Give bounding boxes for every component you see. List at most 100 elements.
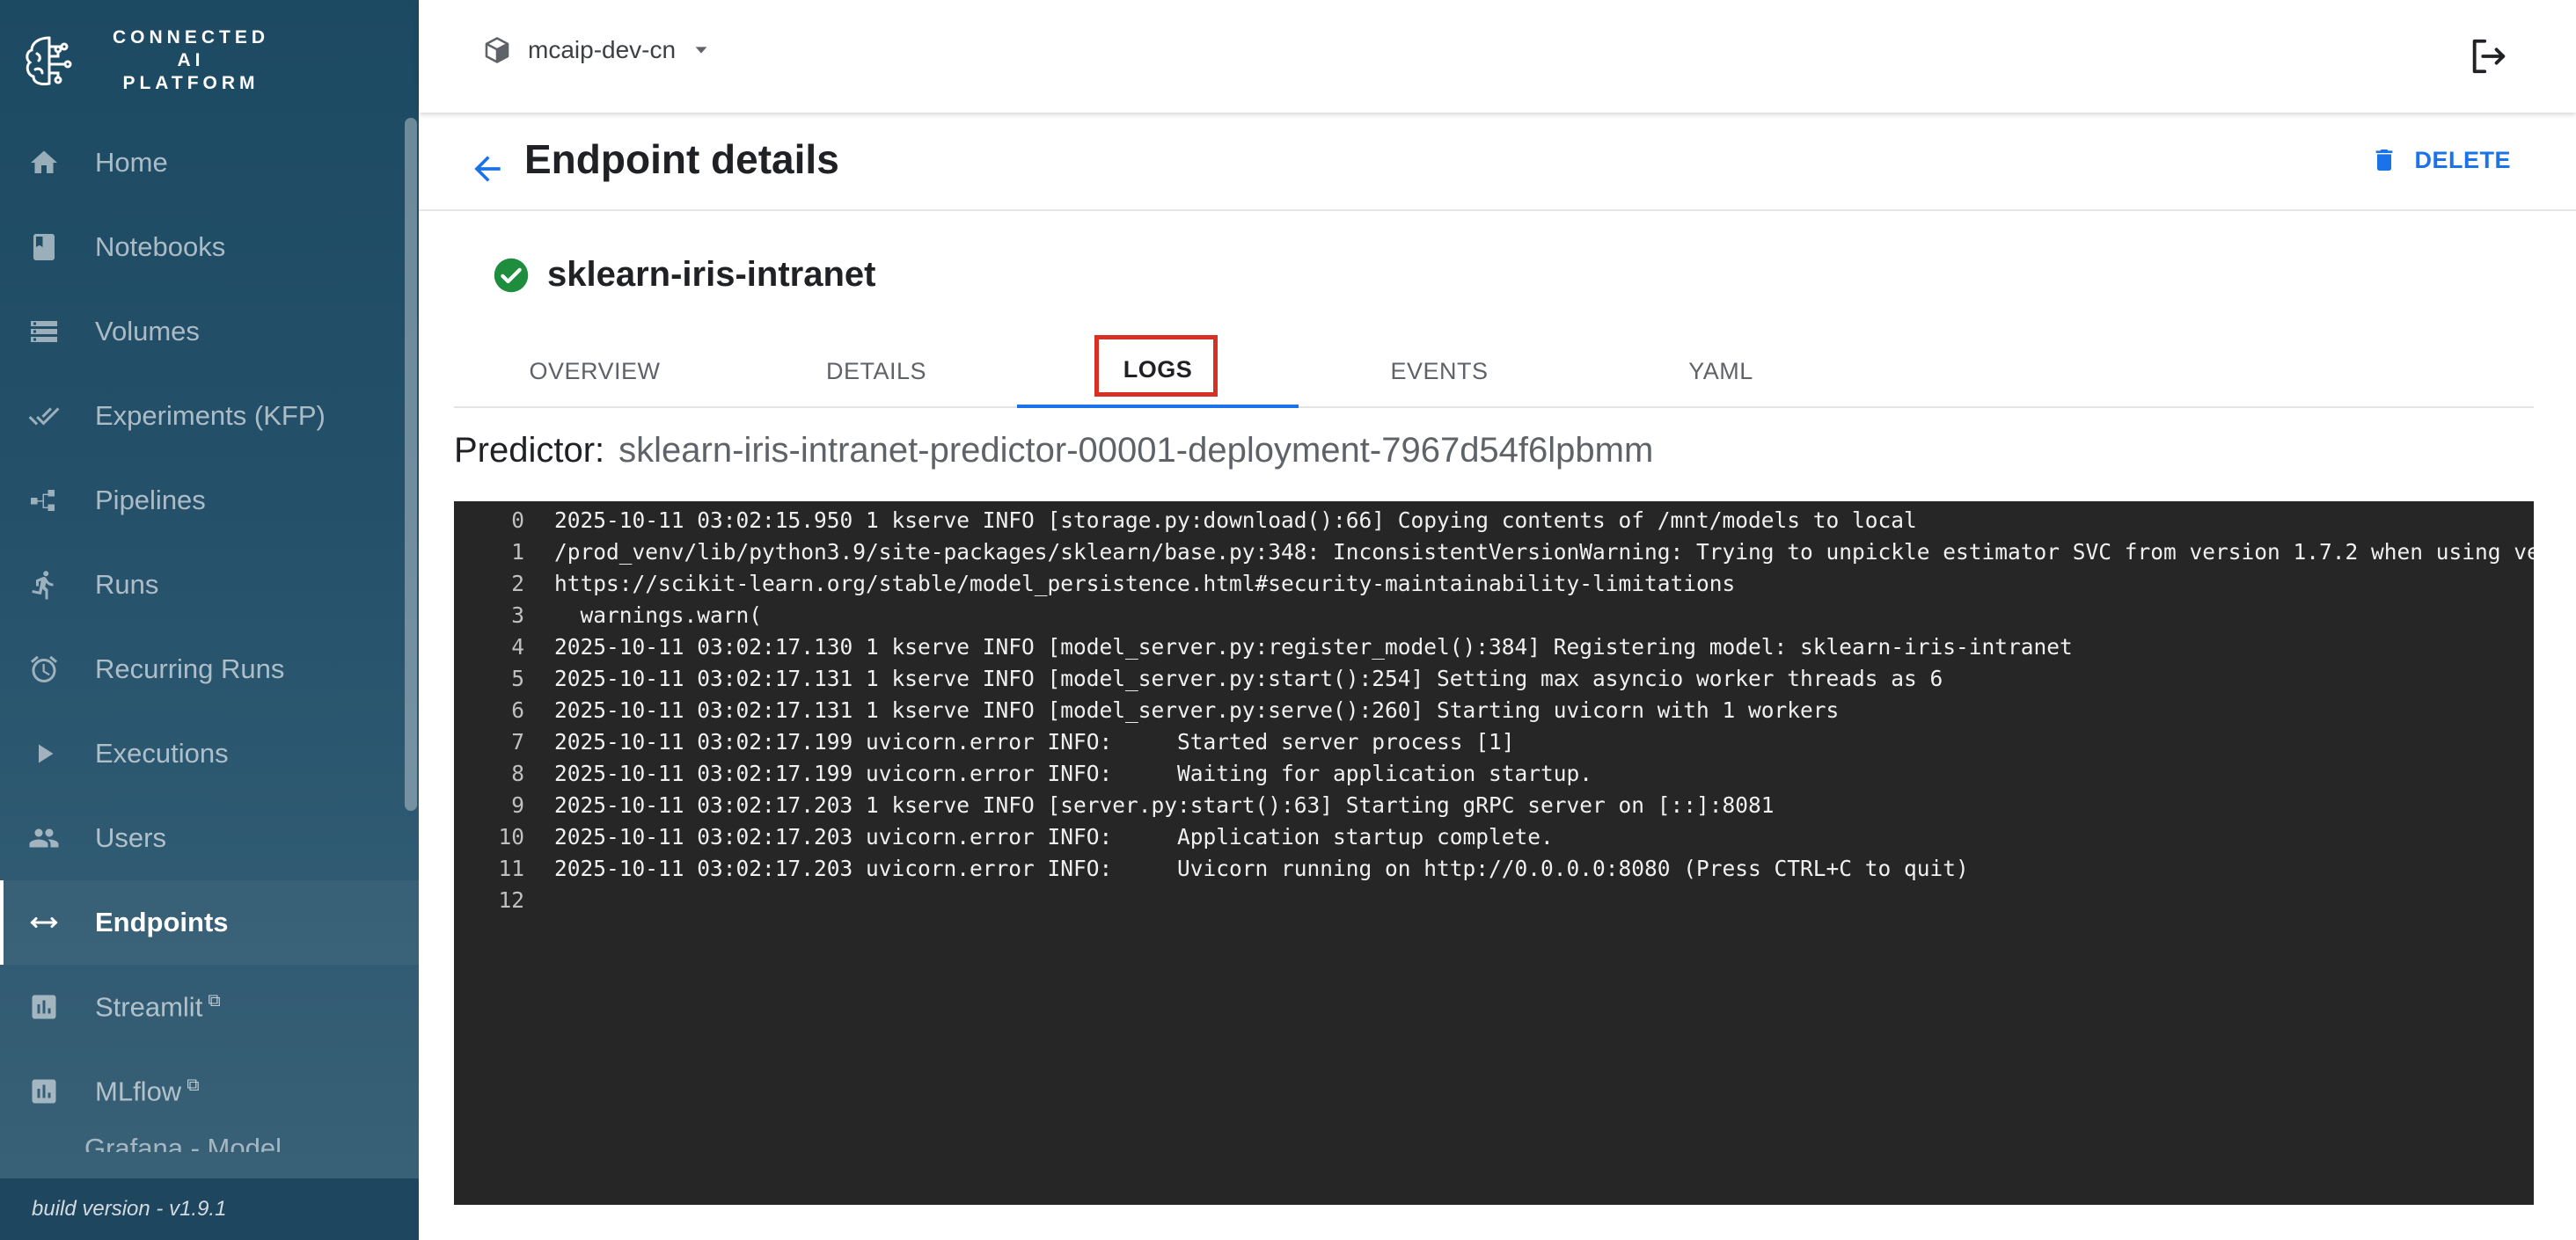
predictor-label: Predictor: — [454, 431, 605, 470]
sidebar-item-label: Recurring Runs — [95, 653, 285, 684]
log-line-number: 1 — [511, 539, 524, 565]
volumes-icon — [26, 314, 62, 349]
sidebar-item-experiments[interactable]: Experiments (KFP) — [0, 374, 419, 458]
log-line-number: 4 — [511, 634, 524, 660]
arrow-left-icon — [474, 156, 501, 182]
caret-down-icon — [695, 47, 707, 54]
brand[interactable]: CONNECTED AI PLATFORM — [23, 26, 283, 95]
log-line-number: 3 — [511, 602, 524, 628]
log-line: 5 2025-10-11 03:02:17.131 1 kserve INFO [… — [454, 663, 2534, 695]
log-line-text: 2025-10-11 03:02:17.203 uvicorn.error IN… — [554, 824, 1554, 850]
mlflow-label: MLflow — [95, 1076, 182, 1107]
back-button[interactable] — [468, 150, 507, 188]
sidebar-item-recurring-runs[interactable]: Recurring Runs — [0, 627, 419, 711]
namespace-selector[interactable]: mcaip-dev-cn — [482, 35, 711, 65]
log-line-text: 2025-10-11 03:02:17.203 1 kserve INFO [s… — [554, 792, 1775, 818]
sidebar-item-label: Streamlit ⧉ — [95, 991, 221, 1023]
chart-icon — [26, 1074, 62, 1109]
sidebar-item-label: Users — [95, 822, 166, 853]
streamlit-label: Streamlit — [95, 991, 203, 1023]
sidebar-item-label: Runs — [95, 569, 159, 600]
sidebar-item-pipelines[interactable]: Pipelines — [0, 458, 419, 543]
tab-yaml[interactable]: YAML — [1580, 334, 1862, 408]
log-line-number: 5 — [511, 666, 524, 691]
log-line-number: 11 — [498, 856, 524, 881]
external-link-icon: ⧉ — [208, 990, 221, 1010]
log-line-number: 6 — [511, 697, 524, 723]
log-line: 1/prod_venv/lib/python3.9/site-packages/… — [454, 536, 2534, 568]
logout-icon — [2472, 39, 2506, 74]
log-line: 11 2025-10-11 03:02:17.203 uvicorn.error … — [454, 853, 2534, 885]
sidebar-item-runs[interactable]: Runs — [0, 543, 419, 627]
pipelines-icon — [26, 483, 62, 518]
log-line: 12 — [454, 885, 2534, 916]
tab-label: OVERVIEW — [529, 357, 661, 384]
log-viewer[interactable]: 0 2025-10-11 03:02:15.950 1 kserve INFO [… — [454, 501, 2534, 1205]
log-line-number: 7 — [511, 729, 524, 755]
sidebar-item-label: Home — [95, 147, 168, 178]
sidebar-scrollbar[interactable] — [405, 118, 417, 811]
sidebar-item-grafana-partial[interactable]: Grafana - Model — [84, 1129, 282, 1152]
log-line: 2 https://scikit-learn.org/stable/model_p… — [454, 568, 2534, 600]
endpoints-icon — [26, 905, 62, 940]
sidebar-item-label: Notebooks — [95, 231, 226, 262]
log-line-number: 10 — [498, 824, 524, 850]
log-line-text: 2025-10-11 03:02:17.203 uvicorn.error IN… — [554, 856, 1969, 881]
sidebar-item-label: Volumes — [95, 316, 200, 346]
tab-overview[interactable]: OVERVIEW — [454, 334, 735, 408]
sidebar-item-label: MLflow ⧉ — [95, 1076, 199, 1107]
external-link-icon: ⧉ — [187, 1075, 200, 1095]
log-line-text: warnings.warn( — [554, 602, 763, 628]
sidebar-item-home[interactable]: Home — [0, 120, 419, 205]
log-line-number: 12 — [498, 887, 524, 913]
sidebar-item-label: Pipelines — [95, 485, 206, 515]
delete-button[interactable]: DELETE — [2370, 144, 2511, 176]
tabs-bar: OVERVIEW DETAILS LOGS EVENTS YAML — [454, 334, 2534, 408]
experiments-icon — [26, 398, 62, 434]
tab-label: EVENTS — [1390, 357, 1489, 384]
log-line: 3 warnings.warn( — [454, 600, 2534, 631]
namespace-label: mcaip-dev-cn — [528, 36, 677, 63]
log-line-text: 2025-10-11 03:02:17.199 uvicorn.error IN… — [554, 729, 1515, 755]
log-line-number: 2 — [511, 571, 524, 596]
tab-events[interactable]: EVENTS — [1299, 334, 1580, 408]
log-line-text: https://scikit-learn.org/stable/model_pe… — [554, 571, 1736, 596]
tab-logs[interactable]: LOGS — [1017, 334, 1299, 408]
delete-label: DELETE — [2414, 146, 2511, 173]
tab-details[interactable]: DETAILS — [735, 334, 1017, 408]
log-line-text: 2025-10-11 03:02:15.950 1 kserve INFO [s… — [554, 507, 1917, 533]
home-icon — [26, 145, 62, 180]
trash-icon — [2376, 150, 2393, 171]
log-line-text: /prod_venv/lib/python3.9/site-packages/s… — [554, 539, 2534, 565]
sidebar-item-notebooks[interactable]: Notebooks — [0, 205, 419, 289]
log-line-number: 8 — [511, 761, 524, 786]
log-line: 9 2025-10-11 03:02:17.203 1 kserve INFO [… — [454, 790, 2534, 821]
logout-button[interactable] — [2465, 33, 2511, 79]
log-line-text: 2025-10-11 03:02:17.130 1 kserve INFO [m… — [554, 634, 2073, 660]
sidebar-item-volumes[interactable]: Volumes — [0, 289, 419, 374]
sidebar-item-endpoints[interactable]: Endpoints — [0, 880, 419, 965]
tab-label: YAML — [1688, 357, 1753, 384]
page-header: Endpoint details DELETE — [419, 113, 2576, 211]
log-line: 4 2025-10-11 03:02:17.130 1 kserve INFO [… — [454, 631, 2534, 663]
predictor-row: Predictor: sklearn-iris-intranet-predict… — [454, 431, 1653, 470]
sidebar-item-users[interactable]: Users — [0, 796, 419, 880]
brand-name: CONNECTED AI PLATFORM — [99, 26, 283, 95]
sidebar-item-label: Endpoints — [95, 907, 229, 937]
sidebar-item-executions[interactable]: Executions — [0, 711, 419, 796]
sidebar: CONNECTED AI PLATFORM Home Notebooks Vol… — [0, 0, 419, 1240]
endpoint-summary: sklearn-iris-intranet — [493, 255, 875, 295]
brand-line-2: PLATFORM — [122, 73, 260, 93]
page-title: Endpoint details — [524, 136, 839, 182]
log-line-number: 0 — [511, 507, 524, 533]
log-line: 7 2025-10-11 03:02:17.199 uvicorn.error I… — [454, 726, 2534, 758]
tab-label: DETAILS — [825, 357, 927, 384]
alarm-icon — [26, 652, 62, 687]
build-version: build version - v1.9.1 — [0, 1178, 419, 1240]
sidebar-item-mlflow[interactable]: MLflow ⧉ — [0, 1049, 419, 1134]
sidebar-item-streamlit[interactable]: Streamlit ⧉ — [0, 965, 419, 1049]
log-line: 6 2025-10-11 03:02:17.131 1 kserve INFO [… — [454, 695, 2534, 726]
notebook-icon — [26, 230, 62, 265]
log-line: 0 2025-10-11 03:02:15.950 1 kserve INFO [… — [454, 505, 2534, 536]
brand-line-1: CONNECTED AI — [112, 27, 269, 70]
